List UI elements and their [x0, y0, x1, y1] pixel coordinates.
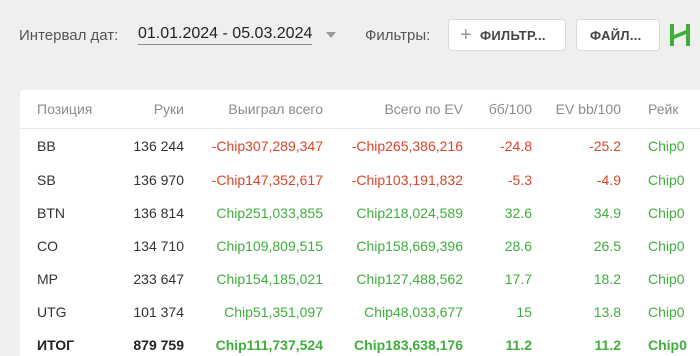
- total-bb100: 11.2: [505, 336, 532, 353]
- cell-bb100: 32.6: [504, 204, 532, 221]
- cell-hands: 136 970: [133, 171, 184, 188]
- cell-hands: 134 710: [133, 237, 184, 254]
- cell-won: -Chip307,289,347: [211, 137, 323, 154]
- table-row[interactable]: BTN 136 814 Chip251,033,855 Chip218,024,…: [20, 196, 700, 229]
- chevron-down-icon[interactable]: [326, 32, 336, 38]
- cell-position: BTN: [37, 204, 65, 221]
- header-hands[interactable]: Руки: [98, 90, 184, 129]
- cell-position: SB: [37, 171, 56, 188]
- cell-ev-total: Chip218,024,589: [356, 204, 463, 221]
- cell-position: MP: [37, 270, 58, 287]
- position-stats-table: Позиция Руки Выиграл всего Всего по EV б…: [20, 90, 700, 356]
- filters-label: Фильтры:: [365, 27, 431, 44]
- cell-bb100: 15: [516, 303, 532, 320]
- file-button[interactable]: ФАЙЛ...: [576, 19, 660, 51]
- stats-table-card: Позиция Руки Выиграл всего Всего по EV б…: [20, 90, 700, 356]
- header-ev-total[interactable]: Всего по EV: [323, 90, 463, 129]
- table-row[interactable]: BB 136 244 -Chip307,289,347 -Chip265,386…: [20, 128, 700, 163]
- toolbar: Интервал дат: 01.01.2024 - 05.03.2024 Фи…: [0, 0, 700, 72]
- header-won[interactable]: Выиграл всего: [184, 90, 323, 129]
- cell-ev-total: Chip127,488,562: [356, 270, 463, 287]
- cell-ev-bb100: 34.9: [593, 204, 621, 221]
- cell-rake: Chip0: [648, 237, 685, 254]
- cell-position: CO: [37, 237, 58, 254]
- date-interval-picker[interactable]: 01.01.2024 - 05.03.2024: [138, 25, 313, 45]
- cell-won: Chip154,185,021: [216, 270, 323, 287]
- cell-hands: 233 647: [133, 270, 184, 287]
- table-row[interactable]: CO 134 710 Chip109,809,515 Chip158,669,3…: [20, 229, 700, 262]
- cell-ev-total: Chip158,669,396: [356, 237, 463, 254]
- cell-ev-total: -Chip265,386,216: [351, 137, 463, 154]
- file-button-label: ФАЙЛ...: [590, 27, 642, 43]
- cell-rake: Chip0: [648, 137, 685, 154]
- cell-position: BB: [37, 137, 56, 154]
- cell-bb100: -24.8: [500, 137, 532, 154]
- cell-ev-bb100: -4.9: [596, 171, 621, 188]
- header-ev-bb100[interactable]: EV bb/100: [532, 90, 621, 129]
- table-row[interactable]: UTG 101 374 Chip51,351,097 Chip48,033,67…: [20, 295, 700, 328]
- total-rake: Chip0: [648, 336, 687, 353]
- cell-ev-bb100: 13.8: [593, 303, 621, 320]
- cell-bb100: 28.6: [504, 237, 532, 254]
- cell-won: -Chip147,352,617: [211, 171, 323, 188]
- total-ev-bb100: 11.2: [594, 336, 621, 353]
- header-rake[interactable]: Рейк: [621, 90, 700, 129]
- cell-position: UTG: [37, 303, 67, 320]
- header-position[interactable]: Позиция: [20, 90, 98, 129]
- table-total-row: ИТОГ 879 759 Chip111,737,524 Chip183,638…: [20, 328, 700, 356]
- table-row[interactable]: MP 233 647 Chip154,185,021 Chip127,488,5…: [20, 262, 700, 295]
- cell-ev-bb100: -25.2: [589, 137, 621, 154]
- cell-ev-total: Chip48,033,677: [364, 303, 463, 320]
- total-hands: 879 759: [133, 336, 184, 353]
- cell-ev-bb100: 26.5: [593, 237, 621, 254]
- cell-ev-bb100: 18.2: [593, 270, 621, 287]
- cell-rake: Chip0: [648, 270, 685, 287]
- cell-hands: 136 814: [133, 204, 184, 221]
- cell-rake: Chip0: [648, 171, 685, 188]
- header-bb100[interactable]: бб/100: [463, 90, 532, 129]
- date-interval-label: Интервал дат:: [19, 27, 119, 44]
- table-header-row: Позиция Руки Выиграл всего Всего по EV б…: [20, 90, 700, 129]
- h-logo-icon[interactable]: [668, 22, 692, 48]
- cell-won: Chip109,809,515: [216, 237, 323, 254]
- cell-ev-total: -Chip103,191,832: [351, 171, 463, 188]
- total-ev-total: Chip183,638,176: [354, 336, 463, 353]
- cell-rake: Chip0: [648, 303, 685, 320]
- total-won: Chip111,737,524: [215, 336, 323, 353]
- plus-icon: +: [460, 24, 472, 46]
- add-filter-label: ФИЛЬТР...: [479, 27, 546, 43]
- cell-won: Chip51,351,097: [224, 303, 323, 320]
- cell-won: Chip251,033,855: [216, 204, 323, 221]
- add-filter-button[interactable]: + ФИЛЬТР...: [448, 19, 566, 51]
- total-position: ИТОГ: [37, 336, 75, 353]
- cell-hands: 101 374: [133, 303, 184, 320]
- table-row[interactable]: SB 136 970 -Chip147,352,617 -Chip103,191…: [20, 163, 700, 196]
- cell-hands: 136 244: [133, 137, 184, 154]
- cell-rake: Chip0: [648, 204, 685, 221]
- cell-bb100: 17.7: [504, 270, 532, 287]
- cell-bb100: -5.3: [507, 171, 532, 188]
